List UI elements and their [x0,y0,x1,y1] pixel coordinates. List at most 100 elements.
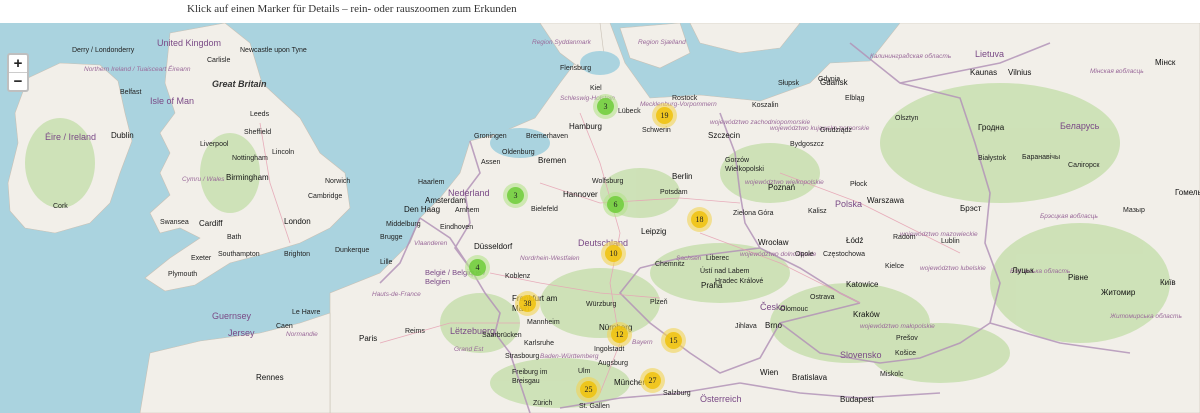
cluster-marker[interactable]: 3 [503,183,528,208]
cluster-count: 18 [691,211,708,228]
cluster-marker[interactable]: 15 [661,328,686,353]
label-koblenz: Koblenz [505,273,531,280]
cluster-count: 38 [519,295,536,312]
label-wroclaw: Wrocław [758,238,789,247]
label-ulm: Ulm [578,368,591,375]
label-koszalin: Koszalin [752,102,779,109]
label-hradec: Hradec Králové [715,278,764,285]
label-katowice: Katowice [846,280,879,289]
label-wales: Cymru / Wales [182,176,225,183]
cluster-marker[interactable]: 4 [465,255,490,280]
cluster-count: 27 [644,372,661,389]
label-lietuva: Lietuva [975,49,1005,59]
label-mecklenburg: Mecklenburg-Vorpommern [640,101,717,108]
cluster-marker[interactable]: 3 [593,94,618,119]
label-leipzig: Leipzig [641,227,667,236]
label-lille: Lille [380,259,393,266]
label-belfast: Belfast [120,89,142,96]
cluster-count: 10 [605,245,622,262]
label-lodz: Łódź [846,236,864,245]
label-kosice: Košice [895,350,917,357]
label-northern-ireland: Northern Ireland / Tuaisceart Éireann [84,66,191,73]
label-arnhem: Arnhem [455,207,480,214]
label-reims: Reims [405,328,425,335]
label-salzburg: Salzburg [663,390,691,397]
label-mannheim: Mannheim [527,319,560,326]
label-jersey: Jersey [228,328,255,338]
label-dusseldorf: Düsseldorf [474,242,513,251]
label-amsterdam: Amsterdam [425,196,466,205]
label-plock: Płock [850,181,868,188]
label-mazyr: Мазыр [1123,207,1145,214]
label-kiel: Kiel [590,85,602,92]
label-potsdam: Potsdam [660,189,688,196]
cluster-marker[interactable]: 18 [687,207,712,232]
label-brest-obl: Брэсцкая вобласць [1040,213,1098,220]
cluster-marker[interactable]: 19 [652,103,677,128]
label-grudziadz: Grudziądz [820,127,852,134]
label-lincoln: Lincoln [272,149,295,156]
cluster-marker[interactable]: 25 [576,377,601,402]
label-bayern: Bayern [632,339,653,346]
label-rostock: Rostock [672,95,698,102]
label-radom: Radom [893,234,916,241]
cluster-count: 25 [580,381,597,398]
label-nordrhein: Nordrhein-Westfalen [520,255,580,262]
map-container[interactable]: Great Britain United Kingdom Éire / Irel… [0,23,1200,413]
label-berlin: Berlin [672,172,693,181]
zoom-out-button[interactable]: − [9,72,27,90]
cluster-count: 15 [665,332,682,349]
cluster-count: 3 [507,187,524,204]
label-rivne: Рівне [1068,273,1089,282]
map-basemap[interactable] [0,23,1200,413]
label-slupsk: Słupsk [778,80,800,87]
label-olomouc: Olomouc [780,306,809,313]
page-subtitle: Klick auf einen Marker für Details – rei… [187,3,517,15]
label-isle-of-man: Isle of Man [150,96,195,106]
label-bielefeld: Bielefeld [531,206,558,213]
label-jihlava: Jihlava [735,323,757,330]
label-presov: Prešov [896,335,918,342]
label-guernsey: Guernsey [212,311,252,321]
label-ireland: Éire / Ireland [45,132,97,142]
label-budapest: Budapest [840,395,874,404]
label-ostrava: Ostrava [810,294,835,301]
zoom-in-button[interactable]: + [9,55,27,72]
label-plzen: Plzeň [650,299,668,306]
cluster-marker[interactable]: 10 [601,241,626,266]
label-strasbourg: Strasbourg [505,353,540,360]
label-minsk-obl: Мінская вобласць [1090,68,1144,75]
zoom-control: + − [7,53,29,92]
label-olsztyn: Olsztyn [895,115,919,122]
label-nottingham: Nottingham [232,155,268,162]
label-freiburg: Freiburg im Breisgau [512,369,548,385]
label-kielce: Kielce [885,263,905,270]
label-cork: Cork [53,203,68,210]
label-usti: Ústí nad Labem [700,268,750,275]
cluster-marker[interactable]: 27 [640,368,665,393]
label-birmingham: Birmingham [226,173,269,182]
label-szczecin: Szczecin [708,131,741,140]
cluster-marker[interactable]: 6 [603,192,628,217]
label-den-haag: Den Haag [404,205,441,214]
label-baden: Baden-Württemberg [540,353,599,360]
label-bialystok: Białystok [978,155,1007,162]
label-great-britain: Great Britain [212,79,267,89]
label-rennes: Rennes [256,373,284,382]
label-kalisz: Kalisz [808,208,827,215]
label-chemnitz: Chemnitz [655,261,685,268]
label-cambridge: Cambridge [308,193,343,200]
label-hannover: Hannover [563,190,598,199]
label-wien: Wien [760,368,779,377]
label-warszawa: Warszawa [867,196,905,205]
label-lublin: Lublin [941,238,960,245]
label-krakow: Kraków [853,310,880,319]
label-baranavichy: Баранавічы [1022,154,1060,161]
label-groningen: Groningen [474,133,507,140]
label-gdynia: Gdynia [818,76,841,83]
label-malopolskie: województwo małopolskie [860,323,935,330]
cluster-marker[interactable]: 12 [607,322,632,347]
label-kaunas: Kaunas [970,68,998,77]
label-liberec: Liberec [706,255,729,262]
cluster-marker[interactable]: 38 [515,291,540,316]
